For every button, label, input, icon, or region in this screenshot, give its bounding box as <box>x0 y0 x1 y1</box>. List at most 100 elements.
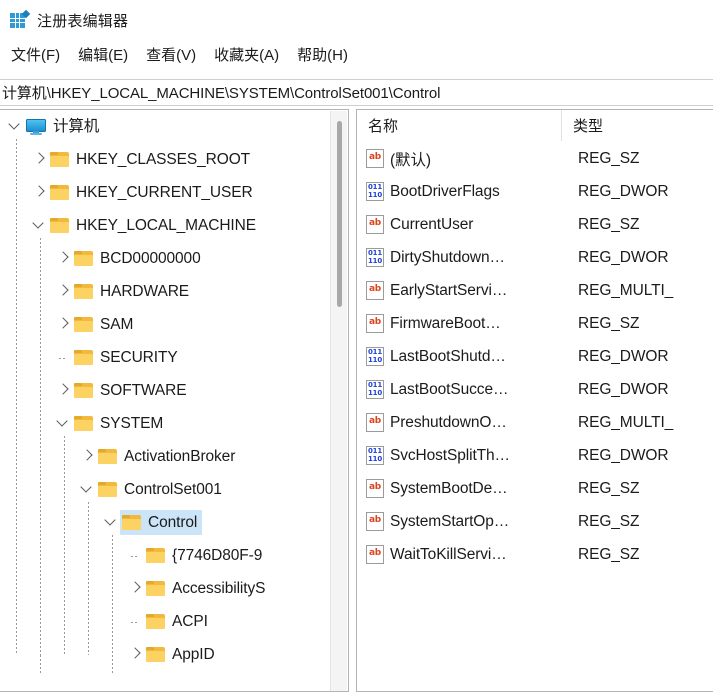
string-value-icon: ab <box>366 215 384 234</box>
tree-scrollbar-thumb[interactable] <box>337 121 342 307</box>
tree-item-hardware[interactable]: HARDWARE <box>0 275 330 308</box>
folder-icon <box>74 284 93 299</box>
chevron-right-icon[interactable] <box>56 308 72 341</box>
chevron-right-icon[interactable] <box>32 143 48 176</box>
tree-item-content[interactable]: SAM <box>72 312 138 337</box>
tree-item-controlset001[interactable]: ControlSet001 <box>0 473 330 506</box>
chevron-down-icon[interactable] <box>8 110 24 143</box>
tree-item-content[interactable]: HKEY_LOCAL_MACHINE <box>48 213 261 238</box>
value-type: REG_DWOR <box>578 248 669 266</box>
value-row[interactable]: ab FirmwareBoot… REG_SZ <box>357 307 713 340</box>
chevron-right-icon[interactable] <box>56 275 72 308</box>
string-value-icon: ab <box>366 281 384 300</box>
chevron-down-icon[interactable] <box>80 473 96 506</box>
folder-icon <box>98 449 117 464</box>
chevron-right-icon[interactable] <box>56 242 72 275</box>
value-row[interactable]: 011 110 LastBootShutd… REG_DWOR <box>357 340 713 373</box>
tree-rows: 计算机 HKEY_CLASSES_ROOT HKEY_CURRENT_USER HKE… <box>0 110 330 671</box>
tree-item-bcd00000000[interactable]: BCD00000000 <box>0 242 330 275</box>
folder-icon <box>50 218 69 233</box>
value-row[interactable]: ab (默认) REG_SZ <box>357 142 713 175</box>
tree-item-software[interactable]: SOFTWARE <box>0 374 330 407</box>
tree-vertical-scrollbar[interactable] <box>330 111 347 691</box>
tree-item-activationbroker[interactable]: ActivationBroker <box>0 440 330 473</box>
tree-item-content[interactable]: ACPI <box>144 609 213 634</box>
chevron-right-icon[interactable] <box>128 572 144 605</box>
value-type: REG_DWOR <box>578 380 669 398</box>
menu-item-view[interactable]: 查看(V) <box>146 44 196 65</box>
column-header-name[interactable]: 名称 <box>357 110 562 141</box>
value-type: REG_SZ <box>578 215 640 233</box>
tree-item-control[interactable]: Control <box>0 506 330 539</box>
tree-item-label: HKEY_LOCAL_MACHINE <box>76 216 256 234</box>
values-rows: ab (默认) REG_SZ 011 110 BootDriverFlags REG_DWO… <box>357 142 713 571</box>
tree-item-content[interactable]: SYSTEM <box>72 411 168 436</box>
value-row[interactable]: 011 110 DirtyShutdown… REG_DWOR <box>357 241 713 274</box>
menu-item-help[interactable]: 帮助(H) <box>297 44 348 65</box>
tree-item-hkey_current_user[interactable]: HKEY_CURRENT_USER <box>0 176 330 209</box>
menu-item-edit[interactable]: 编辑(E) <box>78 44 128 65</box>
value-type: REG_SZ <box>578 149 640 167</box>
tree-item-security[interactable]: SECURITY <box>0 341 330 374</box>
tree-item-content[interactable]: SOFTWARE <box>72 378 191 403</box>
tree-item-content[interactable]: Control <box>120 510 203 535</box>
value-name: SystemBootDe… <box>390 479 508 497</box>
menu-item-file[interactable]: 文件(F) <box>11 44 60 65</box>
chevron-right-icon[interactable] <box>128 638 144 671</box>
value-type: REG_SZ <box>578 479 640 497</box>
value-row[interactable]: 011 110 BootDriverFlags REG_DWOR <box>357 175 713 208</box>
tree-item-content[interactable]: HKEY_CLASSES_ROOT <box>48 147 255 172</box>
tree-item-content[interactable]: 计算机 <box>24 114 104 139</box>
tree-item-label: ActivationBroker <box>124 447 236 465</box>
chevron-right-icon[interactable] <box>56 374 72 407</box>
tree-twisty-empty <box>128 539 144 572</box>
tree-item-accessibilitys[interactable]: AccessibilityS <box>0 572 330 605</box>
tree-item-content[interactable]: BCD00000000 <box>72 246 206 271</box>
tree-item-hkey_local_machine[interactable]: HKEY_LOCAL_MACHINE <box>0 209 330 242</box>
address-bar[interactable]: 计算机\HKEY_LOCAL_MACHINE\SYSTEM\ControlSet… <box>0 79 713 106</box>
tree-item-content[interactable]: HKEY_CURRENT_USER <box>48 180 258 205</box>
menu-item-favorites[interactable]: 收藏夹(A) <box>214 44 279 65</box>
dword-value-icon: 011 110 <box>366 446 384 465</box>
value-row[interactable]: ab EarlyStartServi… REG_MULTI_ <box>357 274 713 307</box>
value-row[interactable]: 011 110 SvcHostSplitTh… REG_DWOR <box>357 439 713 472</box>
tree-item-content[interactable]: AppID <box>144 642 220 667</box>
value-type: REG_MULTI_ <box>578 281 674 299</box>
value-row[interactable]: ab CurrentUser REG_SZ <box>357 208 713 241</box>
folder-icon <box>74 317 93 332</box>
tree-item-content[interactable]: ControlSet001 <box>96 477 227 502</box>
tree-item-system[interactable]: SYSTEM <box>0 407 330 440</box>
tree-item-appid[interactable]: AppID <box>0 638 330 671</box>
tree-twisty-empty <box>56 341 72 374</box>
tree-item-7746d80f9[interactable]: {7746D80F-9 <box>0 539 330 572</box>
value-row[interactable]: ab WaitToKillServi… REG_SZ <box>357 538 713 571</box>
value-row[interactable]: ab SystemBootDe… REG_SZ <box>357 472 713 505</box>
tree-item-acpi[interactable]: ACPI <box>0 605 330 638</box>
value-name: LastBootSucce… <box>390 380 509 398</box>
folder-icon <box>146 581 165 596</box>
tree-item-[interactable]: 计算机 <box>0 110 330 143</box>
tree-item-label: HARDWARE <box>100 282 190 300</box>
value-row[interactable]: 011 110 LastBootSucce… REG_DWOR <box>357 373 713 406</box>
tree-item-content[interactable]: AccessibilityS <box>144 576 270 601</box>
column-header-type[interactable]: 类型 <box>562 110 712 141</box>
content-panes: 计算机 HKEY_CLASSES_ROOT HKEY_CURRENT_USER HKE… <box>0 109 713 692</box>
tree-item-label: SYSTEM <box>100 414 164 432</box>
chevron-down-icon[interactable] <box>56 407 72 440</box>
value-name: WaitToKillServi… <box>390 545 507 563</box>
tree-item-sam[interactable]: SAM <box>0 308 330 341</box>
tree-item-hkey_classes_root[interactable]: HKEY_CLASSES_ROOT <box>0 143 330 176</box>
tree-item-content[interactable]: {7746D80F-9 <box>144 543 267 568</box>
tree-item-content[interactable]: ActivationBroker <box>96 444 240 469</box>
tree-item-content[interactable]: HARDWARE <box>72 279 194 304</box>
value-row[interactable]: ab SystemStartOp… REG_SZ <box>357 505 713 538</box>
tree-item-label: Control <box>148 513 198 531</box>
chevron-right-icon[interactable] <box>32 176 48 209</box>
value-row[interactable]: ab PreshutdownO… REG_MULTI_ <box>357 406 713 439</box>
tree-item-content[interactable]: SECURITY <box>72 345 183 370</box>
tree-item-label: {7746D80F-9 <box>172 546 263 564</box>
chevron-down-icon[interactable] <box>32 209 48 242</box>
chevron-down-icon[interactable] <box>104 506 120 539</box>
chevron-right-icon[interactable] <box>80 440 96 473</box>
value-type: REG_DWOR <box>578 347 669 365</box>
